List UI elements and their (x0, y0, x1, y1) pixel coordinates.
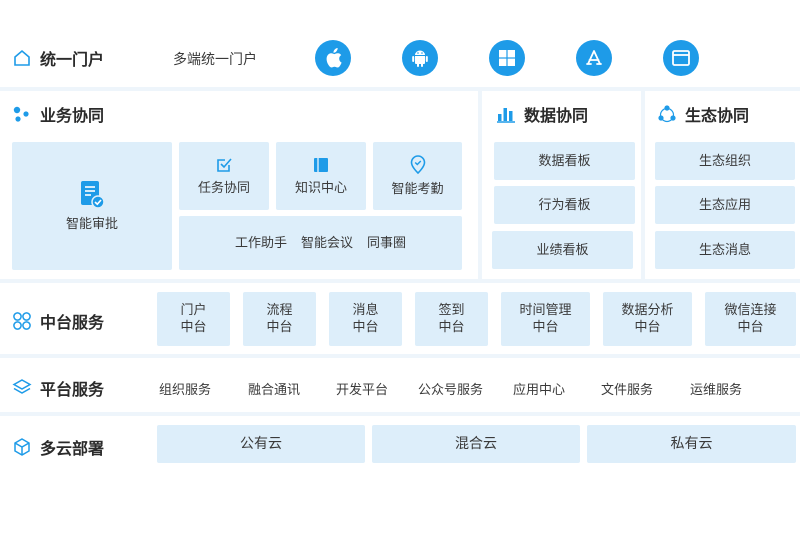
platform-row-title: 平台服务 (12, 376, 104, 400)
tile-line2: 中台 (532, 320, 559, 335)
eco-msg-tile[interactable]: 生态消息 (655, 231, 795, 269)
approval-label: 智能审批 (65, 216, 118, 232)
bar-chart-icon (497, 108, 515, 123)
data-board-label: 数据看板 (538, 153, 591, 169)
hybrid-cloud-label: 混合云 (455, 435, 497, 452)
home-icon (14, 49, 30, 66)
portal-subtitle: 多端统一门户 (173, 52, 257, 68)
cube-icon (14, 438, 30, 456)
browser-icon[interactable] (663, 40, 699, 76)
performance-board-label: 业绩看板 (536, 242, 589, 258)
eco-app-label: 生态应用 (698, 197, 751, 213)
tile-line1: 签到 (438, 303, 465, 318)
tile-line1: 消息 (352, 303, 379, 318)
platform-comm[interactable]: 融合通讯 (248, 379, 300, 398)
windows-icon[interactable] (489, 40, 525, 76)
attendance-label: 智能考勤 (391, 181, 444, 197)
tools-tile: 工作助手 智能会议 同事圈 (179, 216, 462, 270)
eco-title: 生态协同 (685, 106, 750, 125)
middle-checkin-tile[interactable]: 签到 中台 (415, 292, 488, 346)
approval-tile[interactable]: 智能审批 (12, 142, 172, 270)
knowledge-tile[interactable]: 知识中心 (276, 142, 366, 210)
private-cloud-label: 私有云 (670, 435, 713, 452)
tile-line1: 门户 (180, 303, 207, 318)
task-tile[interactable]: 任务协同 (179, 142, 269, 210)
layers-icon (12, 379, 32, 394)
portal-row-title: 统一门户 (12, 46, 104, 70)
tile-line2: 中台 (737, 320, 764, 335)
performance-board-tile[interactable]: 业绩看板 (492, 231, 633, 269)
data-row-title: 数据协同 (496, 102, 588, 126)
apple-icon[interactable] (315, 40, 351, 76)
middle-wechat-tile[interactable]: 微信连接 中台 (705, 292, 796, 346)
android-icon[interactable] (402, 40, 438, 76)
separator-vertical (478, 91, 482, 279)
business-title: 业务协同 (40, 106, 105, 125)
tile-line2: 中台 (352, 320, 379, 335)
separator (0, 412, 800, 416)
tile-line1: 数据分析 (621, 303, 674, 318)
tile-line2: 中台 (180, 320, 207, 335)
behavior-board-label: 行为看板 (538, 197, 591, 213)
behavior-board-tile[interactable]: 行为看板 (494, 186, 635, 224)
eco-app-tile[interactable]: 生态应用 (655, 186, 795, 224)
middle-portal-tile[interactable]: 门户 中台 (157, 292, 230, 346)
business-row-title: 业务协同 (12, 102, 104, 126)
tile-line2: 中台 (438, 320, 465, 335)
private-cloud-tile[interactable]: 私有云 (587, 425, 796, 463)
eco-org-label: 生态组织 (698, 153, 751, 169)
tile-line1: 微信连接 (724, 303, 777, 318)
platform-ops[interactable]: 运维服务 (690, 379, 742, 398)
platform-org[interactable]: 组织服务 (159, 379, 211, 398)
platform-title: 平台服务 (40, 380, 105, 399)
hybrid-cloud-tile[interactable]: 混合云 (372, 425, 580, 463)
ecosystem-icon (658, 105, 676, 123)
platform-appcenter[interactable]: 应用中心 (513, 379, 565, 398)
book-icon (314, 157, 328, 172)
cloud-row-title: 多云部署 (12, 435, 104, 459)
task-check-icon (217, 157, 232, 172)
middle-process-tile[interactable]: 流程 中台 (243, 292, 316, 346)
middle-time-tile[interactable]: 时间管理 中台 (501, 292, 590, 346)
middle-analysis-tile[interactable]: 数据分析 中台 (603, 292, 692, 346)
location-pin-icon (410, 154, 425, 174)
tile-line1: 流程 (266, 303, 293, 318)
platform-file[interactable]: 文件服务 (601, 379, 653, 398)
tile-line2: 中台 (634, 320, 661, 335)
data-board-tile[interactable]: 数据看板 (494, 142, 635, 180)
platform-official[interactable]: 公众号服务 (418, 379, 483, 398)
modules-icon (13, 312, 31, 330)
eco-row-title: 生态协同 (657, 102, 749, 126)
assistant-label[interactable]: 工作助手 (235, 235, 287, 252)
public-cloud-label: 公有云 (240, 435, 282, 452)
platform-dev[interactable]: 开发平台 (336, 379, 388, 398)
meeting-label[interactable]: 智能会议 (301, 235, 353, 252)
circle-label[interactable]: 同事圈 (367, 235, 406, 252)
public-cloud-tile[interactable]: 公有云 (157, 425, 365, 463)
middle-title: 中台服务 (40, 313, 105, 332)
tile-line1: 时间管理 (519, 303, 572, 318)
data-title: 数据协同 (524, 106, 589, 125)
eco-msg-label: 生态消息 (698, 242, 751, 258)
separator (0, 354, 800, 358)
tile-line2: 中台 (266, 320, 293, 335)
share-nodes-icon (13, 106, 29, 122)
middle-message-tile[interactable]: 消息 中台 (329, 292, 402, 346)
portal-title: 统一门户 (40, 50, 105, 69)
separator (0, 279, 800, 283)
cloud-title: 多云部署 (40, 439, 105, 458)
separator-vertical (641, 91, 645, 279)
knowledge-label: 知识中心 (294, 180, 347, 196)
approval-doc-icon (81, 180, 105, 209)
attendance-tile[interactable]: 智能考勤 (373, 142, 462, 210)
app-store-icon[interactable] (576, 40, 612, 76)
task-label: 任务协同 (197, 180, 250, 196)
separator (0, 87, 800, 91)
middle-row-title: 中台服务 (12, 309, 104, 333)
eco-org-tile[interactable]: 生态组织 (655, 142, 795, 180)
